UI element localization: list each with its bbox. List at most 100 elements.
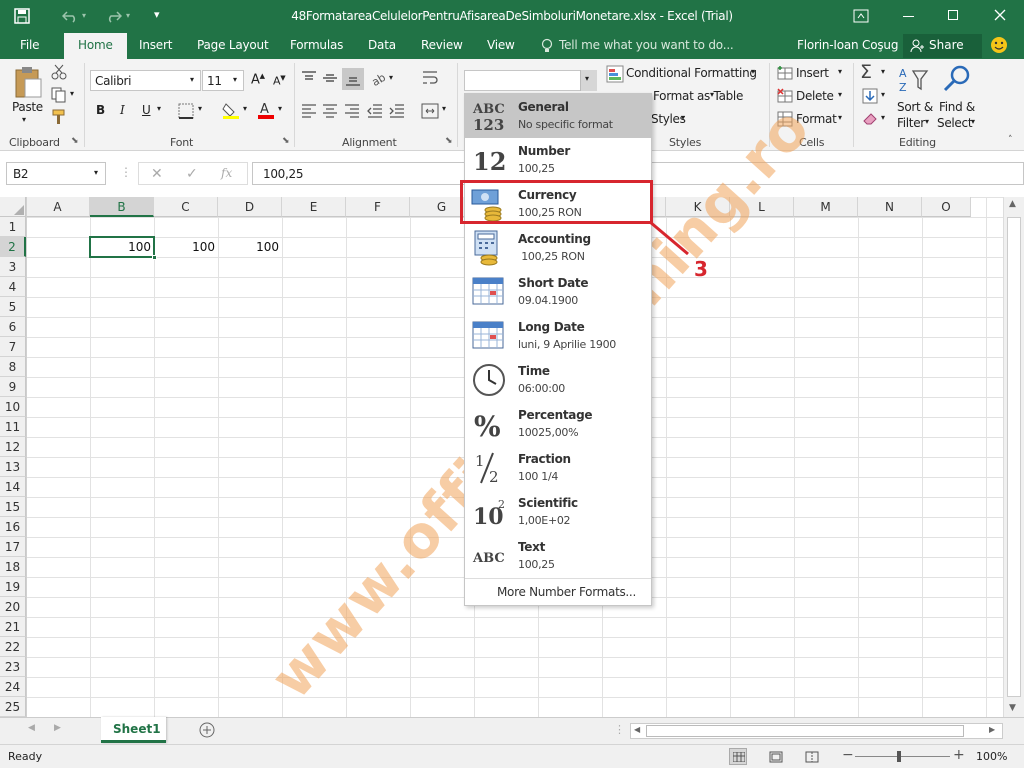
insert-button[interactable]: Insert [796, 66, 829, 80]
zoom-level[interactable]: 100% [976, 750, 1007, 763]
copy-icon[interactable] [51, 87, 67, 103]
row-header[interactable]: 9 [0, 377, 26, 397]
italic-button[interactable]: I [120, 103, 125, 117]
font-name-select[interactable]: Calibri ▾ [90, 70, 201, 91]
font-color-icon[interactable]: A [257, 101, 275, 119]
font-launcher-icon[interactable]: ⬊ [282, 136, 290, 146]
row-header[interactable]: 18 [0, 557, 26, 577]
cell-styles-dropdown-icon[interactable]: ▾ [681, 113, 685, 122]
borders-icon[interactable] [178, 103, 194, 119]
fill-color-dropdown-icon[interactable]: ▾ [243, 104, 247, 113]
row-header[interactable]: 25 [0, 697, 26, 717]
row-header[interactable]: 14 [0, 477, 26, 497]
autosum-dropdown-icon[interactable]: ▾ [881, 67, 885, 76]
scroll-up-icon[interactable]: ▲ [1009, 199, 1016, 209]
find-select-dropdown-icon[interactable]: ▾ [971, 117, 975, 126]
format-option-fraction[interactable]: 1 2 Fraction 100 1/4 [465, 446, 651, 490]
row-header[interactable]: 23 [0, 657, 26, 677]
borders-dropdown-icon[interactable]: ▾ [198, 104, 202, 113]
column-header[interactable]: C [154, 197, 218, 217]
horizontal-scrollbar[interactable]: ◀ ▶ [630, 723, 1003, 739]
sort-filter-label-1[interactable]: Sort & [897, 100, 933, 114]
column-header[interactable]: M [794, 197, 858, 217]
row-header[interactable]: 19 [0, 577, 26, 597]
format-option-accounting[interactable]: Accounting 100,25 RON [465, 226, 651, 270]
delete-button[interactable]: Delete [796, 89, 834, 103]
page-break-preview-icon[interactable] [805, 751, 819, 763]
tab-view[interactable]: View [487, 38, 515, 52]
orientation-icon[interactable]: ab [370, 69, 388, 87]
collapse-ribbon-icon[interactable]: ˄ [1008, 135, 1013, 145]
tab-split-handle-icon[interactable]: ⋮ [614, 723, 625, 736]
minimize-button[interactable] [903, 16, 914, 17]
bold-button[interactable]: B [96, 103, 105, 117]
copy-dropdown-icon[interactable]: ▾ [70, 89, 74, 98]
formula-bar-handle-icon[interactable]: ⋮ [120, 165, 132, 179]
decrease-indent-icon[interactable] [367, 103, 383, 119]
clear-eraser-icon[interactable] [862, 111, 878, 127]
sheet-tab-sheet1[interactable]: Sheet1 [101, 717, 166, 743]
alignment-launcher-icon[interactable]: ⬊ [445, 136, 453, 146]
fill-handle[interactable] [152, 255, 157, 260]
row-header[interactable]: 2 [0, 237, 26, 257]
insert-dropdown-icon[interactable]: ▾ [838, 67, 842, 76]
insert-function-icon[interactable]: fx [221, 166, 232, 180]
format-option-time[interactable]: Time 06:00:00 [465, 358, 651, 402]
delete-dropdown-icon[interactable]: ▾ [838, 90, 842, 99]
row-header[interactable]: 4 [0, 277, 26, 297]
fill-color-icon[interactable] [222, 101, 240, 119]
next-sheet-icon[interactable]: ▶ [54, 723, 61, 733]
middle-align-icon[interactable] [322, 70, 338, 86]
paste-icon[interactable] [13, 65, 43, 99]
row-header[interactable]: 24 [0, 677, 26, 697]
increase-font-size-icon[interactable]: A▲ [251, 72, 265, 87]
number-format-dropdown-button[interactable]: ▾ [580, 70, 597, 91]
row-header[interactable]: 17 [0, 537, 26, 557]
row-header[interactable]: 12 [0, 437, 26, 457]
font-size-select[interactable]: 11 ▾ [202, 70, 244, 91]
confirm-entry-icon[interactable]: ✓ [186, 166, 198, 182]
user-name[interactable]: Florin-Ioan Coşug [797, 38, 898, 52]
sort-filter-label-2[interactable]: Filter [897, 116, 925, 130]
top-align-icon[interactable] [301, 70, 317, 86]
name-box[interactable]: B2 ▾ [6, 162, 106, 185]
clear-dropdown-icon[interactable]: ▾ [881, 113, 885, 122]
column-header[interactable]: O [922, 197, 971, 217]
prev-sheet-icon[interactable]: ◀ [28, 723, 35, 733]
tell-me-search[interactable]: Tell me what you want to do... [559, 38, 734, 52]
zoom-in-icon[interactable]: + [953, 747, 965, 763]
decrease-font-size-icon[interactable]: A▼ [273, 74, 286, 88]
format-painter-icon[interactable] [51, 109, 67, 125]
column-header[interactable]: A [26, 197, 90, 217]
row-header[interactable]: 15 [0, 497, 26, 517]
format-dropdown-icon[interactable]: ▾ [838, 113, 842, 122]
format-option-long-date[interactable]: Long Date luni, 9 Aprilie 1900 [465, 314, 651, 358]
row-header[interactable]: 6 [0, 317, 26, 337]
number-format-select[interactable]: ▾ [464, 70, 597, 91]
ribbon-display-options-icon[interactable] [853, 9, 869, 23]
conditional-formatting-icon[interactable] [606, 65, 624, 83]
insert-cells-icon[interactable] [777, 65, 793, 81]
scroll-left-icon[interactable]: ◀ [634, 725, 640, 734]
tab-page-layout[interactable]: Page Layout [197, 38, 269, 52]
scroll-right-icon[interactable]: ▶ [989, 725, 995, 734]
fill-dropdown-icon[interactable]: ▾ [881, 90, 885, 99]
more-number-formats-link[interactable]: More Number Formats... [497, 585, 636, 599]
underline-button[interactable]: U [142, 103, 151, 117]
bottom-align-button[interactable] [342, 68, 364, 90]
row-header[interactable]: 20 [0, 597, 26, 617]
format-option-text[interactable]: ABC Text 100,25 [465, 534, 651, 578]
row-header[interactable]: 11 [0, 417, 26, 437]
row-header[interactable]: 5 [0, 297, 26, 317]
close-icon[interactable] [994, 9, 1006, 21]
fill-icon[interactable] [862, 88, 878, 104]
cell-c2[interactable]: 100 [154, 237, 215, 257]
font-color-dropdown-icon[interactable]: ▾ [278, 104, 282, 113]
row-header[interactable]: 3 [0, 257, 26, 277]
row-header[interactable]: 1 [0, 217, 26, 237]
horizontal-scroll-thumb[interactable] [646, 725, 964, 737]
vertical-scroll-thumb[interactable] [1007, 217, 1021, 697]
format-option-percentage[interactable]: % Percentage 10025,00% [465, 402, 651, 446]
cell-d2[interactable]: 100 [218, 237, 279, 257]
row-header[interactable]: 21 [0, 617, 26, 637]
